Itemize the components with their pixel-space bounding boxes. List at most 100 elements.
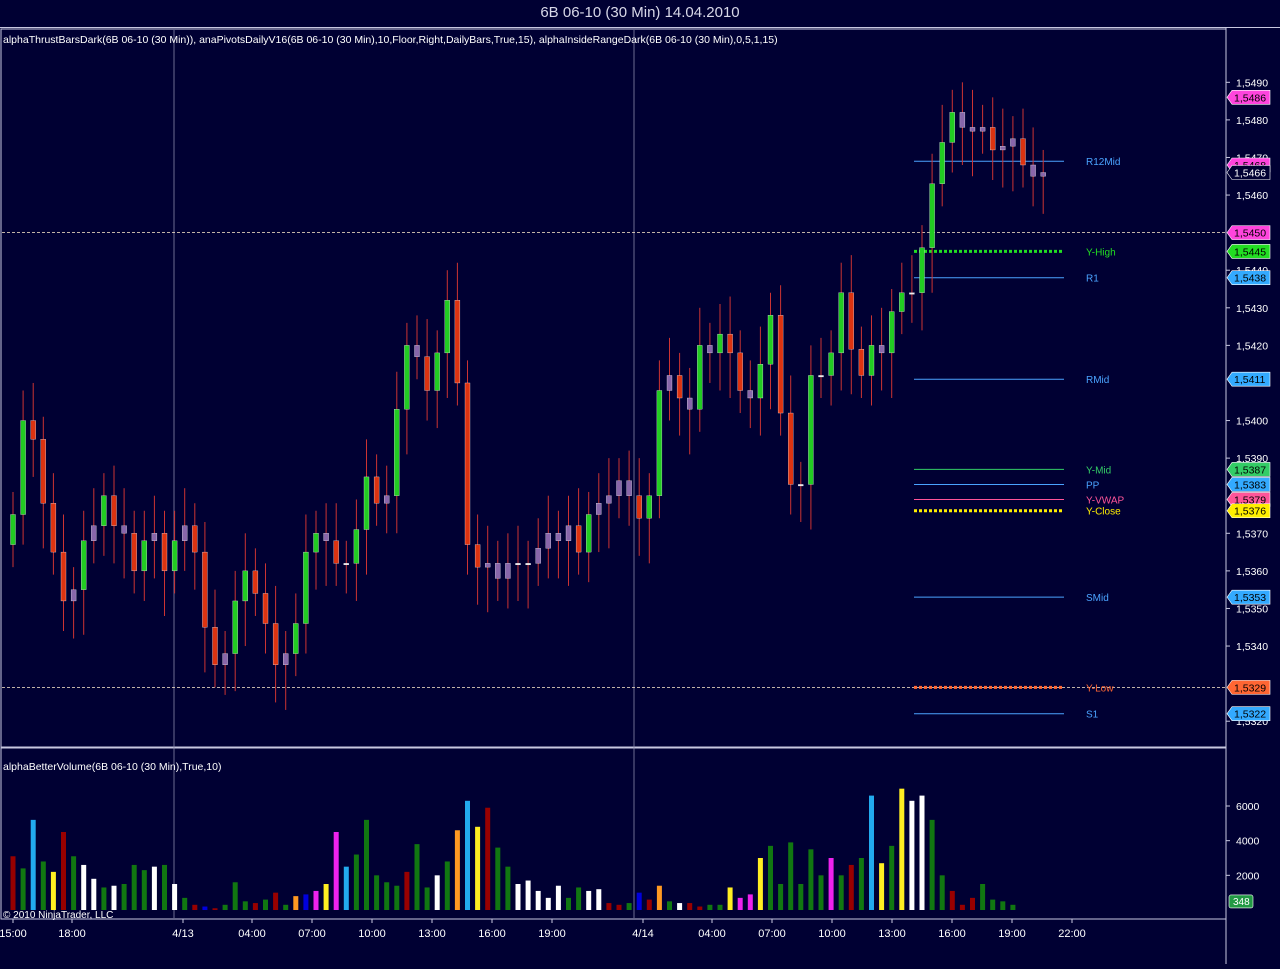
candle-body — [939, 142, 945, 184]
chart-frame[interactable]: R12Mid Y-High R1 RMid Y-Mid PP Y-VWAP Y-Close SM… — [0, 28, 1280, 964]
volume-bar — [677, 903, 683, 910]
candle-body — [171, 540, 178, 572]
price-tick-label: 1,5340 — [1236, 641, 1268, 653]
candle-body — [111, 495, 117, 526]
chart-canvas[interactable]: R12Mid Y-High R1 RMid Y-Mid PP Y-VWAPY-Close SM… — [0, 28, 1280, 964]
volume-bar — [808, 849, 814, 910]
candle-body — [697, 345, 703, 410]
candle-body — [283, 653, 289, 665]
price-panel-border — [0, 28, 1227, 748]
volume-indicator-caption: alphaBetterVolume(6B 06-10 (30 Min),True… — [3, 761, 221, 773]
volume-bar — [606, 903, 612, 910]
copyright-text: © 2010 NinjaTrader, LLC — [3, 910, 113, 921]
candle-body — [363, 476, 370, 530]
volume-bar — [798, 884, 804, 910]
volume-bar — [788, 842, 794, 910]
pivot-label: Y-Low — [1086, 683, 1114, 694]
candle-body — [212, 627, 218, 665]
volume-axis: 6000 4000 2000 348 — [1226, 801, 1260, 909]
volume-bar — [10, 856, 16, 910]
price-tick-label: 1,5460 — [1236, 190, 1268, 202]
volume-bar — [959, 904, 965, 910]
volume-bar — [899, 788, 905, 910]
candle-body — [868, 345, 875, 376]
candle-body — [586, 514, 592, 553]
candle-body — [596, 503, 602, 515]
price-tick-label: 1,5480 — [1236, 115, 1268, 127]
candle-body — [606, 495, 612, 504]
volume-bar — [222, 904, 228, 910]
pivot-label: S1 — [1086, 710, 1099, 721]
volume-tick-label: 4000 — [1236, 836, 1260, 848]
candle-body — [454, 300, 461, 384]
candle-body — [1000, 146, 1006, 151]
volume-bar — [727, 887, 733, 910]
candle-body — [202, 551, 208, 628]
price-badge-label: 1,5438 — [1234, 273, 1266, 285]
volume-bar — [586, 890, 592, 910]
candle-body — [889, 311, 895, 354]
candle-body — [192, 525, 198, 553]
price-tick-label: 1,5370 — [1236, 528, 1268, 540]
volume-bar — [1010, 904, 1016, 910]
volume-bar — [232, 882, 238, 910]
price-tick-label: 1,5400 — [1236, 416, 1268, 428]
volume-bar — [111, 885, 117, 910]
volume-bar — [61, 832, 66, 910]
price-tick-label: 1,5430 — [1236, 303, 1268, 315]
candle-body — [161, 533, 168, 572]
time-tick-label: 04:00 — [698, 928, 726, 940]
volume-bar — [384, 882, 390, 910]
pivot-label: Y-Close — [1086, 507, 1121, 518]
volume-bar — [151, 866, 157, 910]
candle-body — [30, 420, 36, 440]
volume-bar — [929, 819, 935, 910]
volume-bar — [313, 890, 319, 910]
time-tick-label: 19:00 — [998, 928, 1026, 940]
volume-bar — [141, 870, 147, 910]
candle-body — [656, 390, 663, 496]
price-badge-label: 1,5322 — [1234, 709, 1266, 721]
volume-bar — [717, 904, 723, 910]
volume-bar — [858, 858, 864, 910]
candle-body — [959, 112, 966, 128]
pivot-label: R1 — [1086, 274, 1099, 285]
volume-bar — [505, 866, 511, 910]
volume-bar — [768, 845, 773, 910]
candle-body — [737, 352, 743, 391]
volume-bar — [909, 800, 915, 910]
candle-body — [272, 623, 279, 665]
pivot-label: R12Mid — [1086, 157, 1120, 168]
volume-bar — [192, 904, 198, 910]
volume-bar — [202, 906, 208, 910]
candle-body — [525, 563, 531, 566]
volume-bar — [656, 885, 662, 910]
volume-bar — [30, 819, 36, 910]
price-badge-label: 1,5353 — [1234, 592, 1266, 604]
candle-body — [242, 570, 248, 602]
candle-body — [818, 375, 824, 378]
candle-body — [990, 127, 996, 151]
pivot-label: RMid — [1086, 375, 1109, 386]
candle-body — [353, 529, 360, 564]
candle-body — [929, 183, 935, 248]
price-badge-label: 1,5450 — [1234, 228, 1266, 240]
time-tick-label: 16:00 — [478, 928, 506, 940]
volume-bar — [212, 908, 218, 910]
volume-bar — [343, 866, 349, 910]
candle-body — [717, 333, 723, 354]
candle-body — [70, 589, 77, 602]
volume-bar — [939, 875, 945, 910]
volume-bar — [555, 885, 561, 910]
volume-bar — [465, 800, 470, 910]
time-tick-label: 16:00 — [938, 928, 966, 940]
last-volume-badge-label: 348 — [1233, 897, 1250, 908]
candle-body — [404, 345, 410, 410]
candle-body — [495, 563, 501, 579]
time-tick-label: 15:00 — [0, 928, 27, 940]
volume-bar — [485, 807, 491, 910]
candle-body — [687, 397, 693, 410]
candle-body — [858, 348, 865, 376]
candle-body — [141, 540, 147, 572]
candle-body — [262, 593, 269, 624]
